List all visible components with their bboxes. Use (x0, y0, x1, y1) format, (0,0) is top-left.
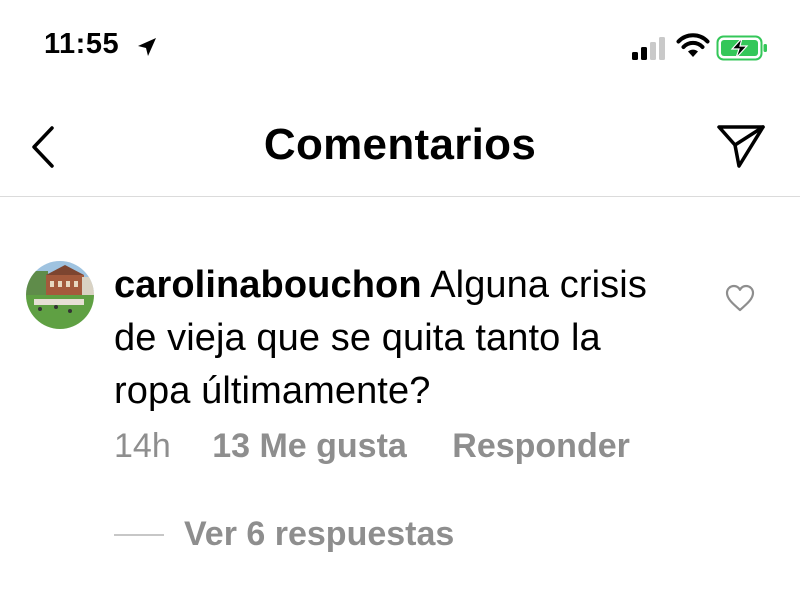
paper-plane-icon[interactable] (712, 122, 768, 170)
comment-time: 14h (114, 427, 171, 465)
battery-charging-icon (716, 35, 767, 61)
cellular-signal-icon (632, 37, 665, 60)
heart-outline-icon[interactable] (724, 283, 756, 313)
wifi-icon (676, 33, 710, 57)
comment-body: carolinabouchon Alguna crisis de vieja q… (114, 259, 674, 418)
reply-button[interactable]: Responder (452, 427, 630, 466)
comment-username[interactable]: carolinabouchon (114, 264, 422, 306)
view-replies-label: Ver 6 respuestas (184, 515, 455, 553)
status-time: 11:55 (44, 28, 120, 60)
avatar-photo (26, 261, 94, 329)
likes-count-button[interactable]: 13 Me gusta (212, 427, 407, 466)
location-arrow-icon (138, 38, 156, 56)
page-title: Comentarios (263, 120, 537, 169)
comment-meta: 14h 13 Me gusta Responder (114, 427, 630, 466)
comment: carolinabouchon Alguna crisis de vieja q… (0, 197, 800, 589)
comments-header: Comentarios (0, 96, 800, 197)
avatar[interactable] (26, 261, 94, 329)
status-bar: 11:55 (0, 0, 800, 96)
replies-divider-line (114, 534, 164, 536)
